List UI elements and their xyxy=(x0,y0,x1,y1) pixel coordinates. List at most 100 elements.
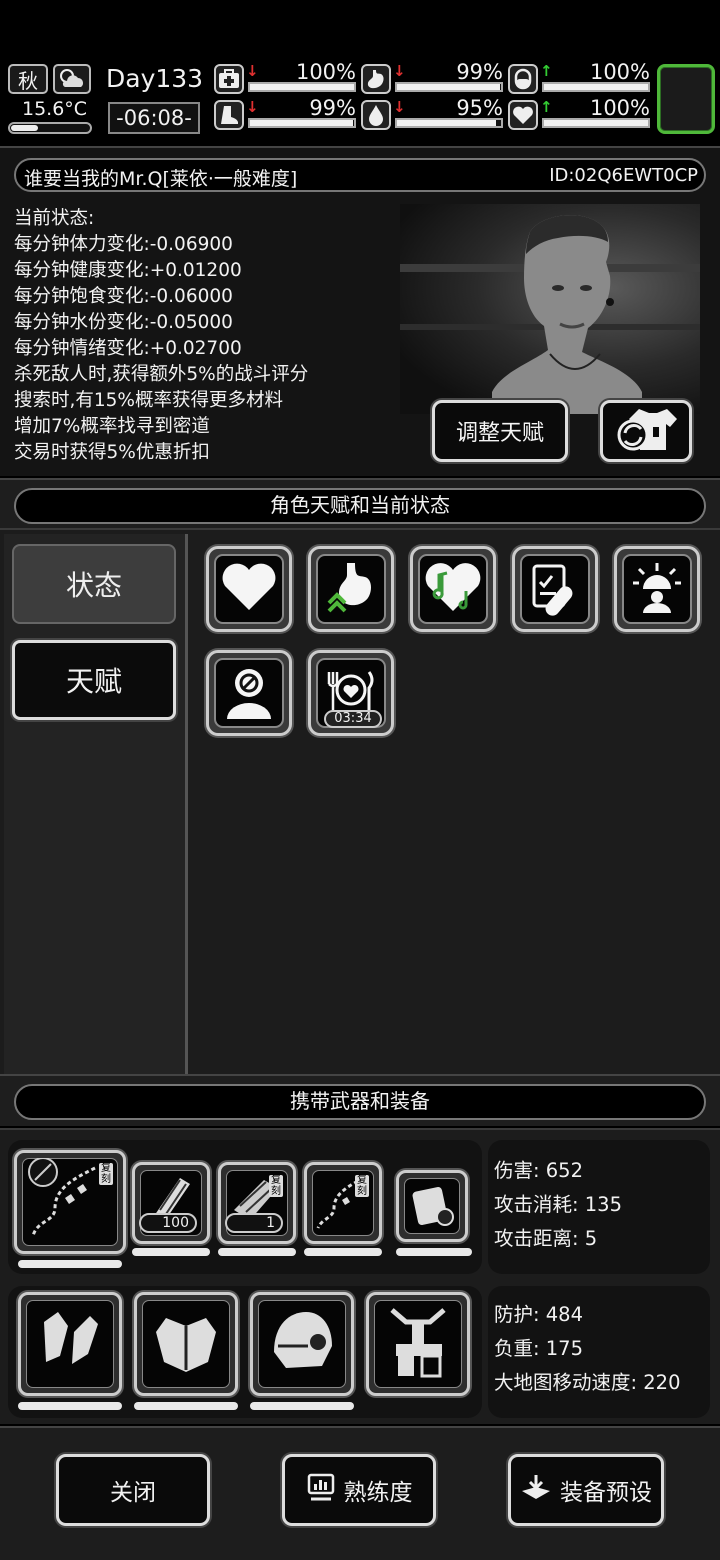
durability-bar xyxy=(250,1402,354,1410)
weapon-slot[interactable]: 复刻 1 xyxy=(218,1162,296,1244)
pill-icon xyxy=(508,64,538,94)
alarm-person-icon xyxy=(629,559,685,619)
weapon-slot-main[interactable]: 复刻 xyxy=(14,1150,126,1254)
stat-value: 100% xyxy=(295,60,356,84)
stat-value: 100% xyxy=(589,96,650,120)
replica-tag: 复刻 xyxy=(355,1175,369,1197)
no-smoking-person-icon xyxy=(221,663,277,723)
character-name: 谁要当我的Mr.Q[莱依·一般难度] xyxy=(24,168,298,190)
game-clock: -06:08- xyxy=(108,102,200,134)
state-line: 增加7%概率找寻到密道 xyxy=(14,416,210,437)
stat-value: 99% xyxy=(456,60,503,84)
stat-bar xyxy=(248,82,356,92)
season-indicator: 秋 xyxy=(8,64,48,94)
tab-talent[interactable]: 天赋 xyxy=(12,640,176,720)
backpack-icon xyxy=(407,1179,457,1233)
status-effect[interactable] xyxy=(512,546,598,632)
adjust-talent-button[interactable]: 调整天赋 xyxy=(432,400,568,462)
chest-armor-icon xyxy=(146,1302,226,1386)
replica-tag: 复刻 xyxy=(99,1163,113,1185)
gloves-icon xyxy=(30,1302,110,1386)
stat-bar xyxy=(542,118,650,128)
heart-icon xyxy=(221,562,277,616)
tab-status[interactable]: 状态 xyxy=(12,544,176,624)
trend-arrow: ↓ xyxy=(246,62,259,80)
stat-health: ↓ 100% xyxy=(214,60,356,96)
stat-attack-cost: 攻击消耗: 135 xyxy=(494,1193,622,1216)
stat-attack-range: 攻击距离: 5 xyxy=(494,1227,598,1250)
helmet-icon xyxy=(262,1302,342,1386)
armor-slot-body[interactable] xyxy=(134,1292,238,1396)
backpack-slot[interactable] xyxy=(396,1170,468,1242)
status-effect[interactable] xyxy=(410,546,496,632)
trend-arrow: ↑ xyxy=(540,62,553,80)
state-line: 每分钟体力变化:-0.06900 xyxy=(14,234,233,255)
armor-stats: 防护: 484 负重: 175 大地图移动速度: 220 xyxy=(488,1286,710,1418)
power-armor-legs-icon xyxy=(378,1302,458,1386)
armor-row xyxy=(8,1286,482,1418)
stomach-icon xyxy=(361,64,391,94)
temperature: 15.6°C xyxy=(22,98,88,120)
status-effect[interactable] xyxy=(614,546,700,632)
weapon-row: 复刻 100 复刻 1 复刻 xyxy=(8,1140,482,1274)
stat-value: 95% xyxy=(456,96,503,120)
stomach-arrow-icon xyxy=(323,559,379,619)
state-line: 每分钟情绪变化:+0.02700 xyxy=(14,338,242,359)
durability-bar xyxy=(304,1248,382,1256)
medicine-icon xyxy=(526,558,584,620)
stat-hunger: ↓ 99% xyxy=(361,60,503,96)
stat-bar xyxy=(395,118,503,128)
proficiency-label: 熟练度 xyxy=(343,1480,413,1506)
character-id: ID:02Q6EWT0CP xyxy=(549,165,698,186)
boot-icon xyxy=(214,100,244,130)
status-effect[interactable] xyxy=(206,546,292,632)
ammo-count: 100 xyxy=(139,1213,197,1233)
trend-arrow: ↓ xyxy=(246,98,259,116)
durability-bar xyxy=(396,1248,472,1256)
character-state-list: 当前状态: 每分钟体力变化:-0.06900 每分钟健康变化:+0.01200 … xyxy=(14,206,308,466)
armor-slot-legs[interactable] xyxy=(366,1292,470,1396)
stat-mood: ↑ 100% xyxy=(508,60,650,96)
weapon-slot[interactable]: 100 xyxy=(132,1162,210,1244)
durability-bar xyxy=(218,1248,296,1256)
first-aid-icon xyxy=(214,64,244,94)
bottom-action-bar: 关闭 熟练度 装备预设 xyxy=(0,1426,720,1560)
status-area: 状态 天赋 03:34 xyxy=(0,528,720,1074)
armor-slot-head[interactable] xyxy=(250,1292,354,1396)
stat-protection: 防护: 484 xyxy=(494,1303,583,1326)
state-line: 交易时获得5%优惠折扣 xyxy=(14,442,210,463)
character-title-bar: 谁要当我的Mr.Q[莱依·一般难度] ID:02Q6EWT0CP xyxy=(14,158,706,192)
character-panel: 谁要当我的Mr.Q[莱依·一般难度] ID:02Q6EWT0CP 当前状态: 每… xyxy=(0,146,720,476)
weapon-slot[interactable]: 复刻 xyxy=(304,1162,382,1244)
stat-bar xyxy=(395,82,503,92)
state-line: 搜索时,有15%概率获得更多材料 xyxy=(14,390,284,411)
replica-tag: 复刻 xyxy=(269,1175,283,1197)
talent-section-header: 角色天赋和当前状态 xyxy=(0,478,720,530)
music-heart-icon xyxy=(424,561,482,617)
stat-stamina: ↓ 99% xyxy=(214,96,356,132)
proficiency-button[interactable]: 熟练度 xyxy=(282,1454,436,1526)
effect-timer: 03:34 xyxy=(324,710,382,728)
character-avatar-slot[interactable] xyxy=(657,64,715,134)
equipment-preset-button[interactable]: 装备预设 xyxy=(508,1454,664,1526)
trend-arrow: ↓ xyxy=(393,62,406,80)
stat-emotion: ↑ 100% xyxy=(508,96,650,132)
item-count: 1 xyxy=(225,1213,283,1233)
status-effect[interactable]: 03:34 xyxy=(308,650,394,736)
weather-icon xyxy=(53,64,91,94)
armor-slot-hands[interactable] xyxy=(18,1292,122,1396)
state-line: 每分钟健康变化:+0.01200 xyxy=(14,260,242,281)
stat-bar xyxy=(542,82,650,92)
shirt-swap-icon xyxy=(613,405,679,457)
water-drop-icon xyxy=(361,100,391,130)
trend-arrow: ↑ xyxy=(540,98,553,116)
durability-bar xyxy=(132,1248,210,1256)
trend-arrow: ↓ xyxy=(393,98,406,116)
close-button[interactable]: 关闭 xyxy=(56,1454,210,1526)
stat-map-speed: 大地图移动速度: 220 xyxy=(494,1371,681,1394)
status-effect[interactable] xyxy=(206,650,292,736)
thermometer-icon xyxy=(8,122,92,134)
close-label: 关闭 xyxy=(110,1480,156,1506)
change-outfit-button[interactable] xyxy=(600,400,692,462)
status-effect[interactable] xyxy=(308,546,394,632)
